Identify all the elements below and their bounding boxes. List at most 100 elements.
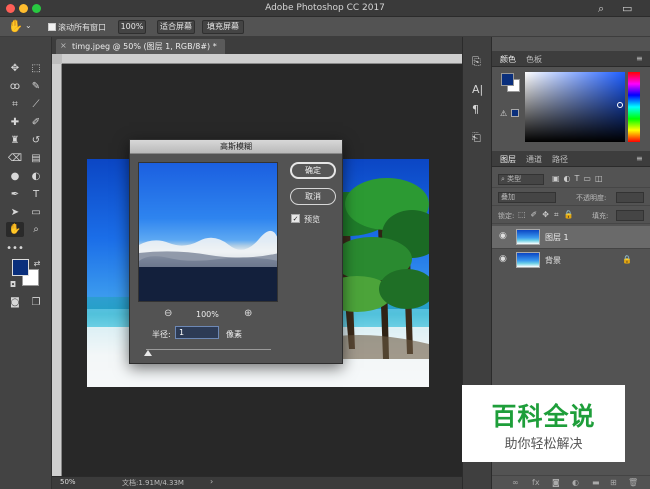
- layer-row-layer1[interactable]: ◉ 图层 1: [492, 226, 650, 248]
- quick-mask-icon[interactable]: ◙: [6, 295, 24, 310]
- lock-row: 锁定: ⬚✐✥⌗🔒 填充:: [492, 207, 650, 224]
- color-panel-foreground-swatch[interactable]: [501, 73, 514, 86]
- move-tool-icon[interactable]: ✥: [6, 61, 24, 76]
- preview-label: 预览: [304, 215, 320, 224]
- eraser-tool-icon[interactable]: ⌫: [6, 151, 24, 166]
- link-layers-icon[interactable]: ∞: [512, 478, 519, 487]
- document-tab[interactable]: × timg.jpeg @ 50% (图层 1, RGB/8#) *: [56, 39, 225, 54]
- layer-filter-row: ⌕ 类型 ▣◐T▭◫: [492, 171, 650, 188]
- lock-icon: 🔒: [622, 255, 632, 264]
- add-mask-icon[interactable]: ◙: [552, 478, 560, 487]
- screen-mode-icon[interactable]: ❐: [27, 295, 45, 310]
- new-layer-icon[interactable]: ⊞: [610, 478, 617, 487]
- layer-filter-select[interactable]: ⌕ 类型: [498, 174, 544, 185]
- tab-paths[interactable]: 路径: [552, 154, 568, 165]
- eyedropper-tool-icon[interactable]: ⟋: [27, 97, 45, 112]
- radius-slider-thumb[interactable]: [144, 350, 152, 356]
- hand-tool-icon[interactable]: ✋: [6, 222, 24, 237]
- color-picker-field[interactable]: [525, 72, 625, 142]
- status-menu-icon[interactable]: ›: [210, 477, 213, 486]
- gaussian-blur-dialog: 高斯模糊 确定 取消 ✓ 预览 ⊖ 100% ⊕ 半径: 1 像素: [129, 139, 343, 364]
- ok-button[interactable]: 确定: [290, 162, 336, 179]
- history-brush-tool-icon[interactable]: ↺: [27, 133, 45, 148]
- scroll-all-windows-label: 滚动所有窗口: [58, 23, 106, 32]
- preview-zoom-controls: ⊖ 100% ⊕: [138, 308, 278, 322]
- gamut-warning-icon[interactable]: ⚠: [500, 109, 507, 118]
- swap-colors-icon[interactable]: ⇄: [28, 256, 46, 271]
- document-tab-bar: × timg.jpeg @ 50% (图层 1, RGB/8#) *: [52, 37, 462, 54]
- close-tab-icon[interactable]: ×: [60, 41, 67, 50]
- radius-unit: 像素: [226, 330, 242, 339]
- paragraph-panel-icon[interactable]: ¶: [472, 103, 479, 116]
- layer-thumbnail: [516, 252, 540, 268]
- foreground-color-swatch[interactable]: [12, 259, 29, 276]
- crop-tool-icon[interactable]: ⌗: [6, 97, 24, 112]
- dodge-tool-icon[interactable]: ◐: [27, 169, 45, 184]
- web-safe-color-swatch[interactable]: [511, 109, 519, 117]
- preview-zoom-value: 100%: [196, 310, 219, 319]
- lock-icons[interactable]: ⬚✐✥⌗🔒: [518, 210, 578, 220]
- blur-preview[interactable]: [138, 162, 278, 302]
- cancel-button[interactable]: 取消: [290, 188, 336, 205]
- zoom-out-icon[interactable]: ⊖: [164, 308, 172, 319]
- zoom-tool-icon[interactable]: ⌕: [27, 222, 45, 237]
- tab-channels[interactable]: 通道: [526, 154, 542, 165]
- adjustment-layer-icon[interactable]: ◐: [572, 478, 579, 487]
- layer-filter-icons[interactable]: ▣◐T▭◫: [552, 174, 607, 183]
- path-selection-tool-icon[interactable]: ➤: [6, 205, 24, 220]
- lasso-tool-icon[interactable]: ꝏ: [6, 79, 24, 94]
- radius-slider-track[interactable]: [146, 349, 271, 350]
- opacity-input[interactable]: [616, 192, 644, 203]
- tab-layers[interactable]: 图层: [500, 154, 516, 165]
- panel-menu-icon[interactable]: ≡: [636, 54, 643, 63]
- horizontal-ruler[interactable]: [62, 54, 462, 64]
- brush-tool-icon[interactable]: ✐: [27, 115, 45, 130]
- delete-layer-icon[interactable]: 🗑: [628, 478, 638, 487]
- clone-stamp-tool-icon[interactable]: ♜: [6, 133, 24, 148]
- visibility-eye-icon[interactable]: ◉: [499, 231, 507, 241]
- type-tool-icon[interactable]: T: [27, 187, 45, 202]
- new-group-icon[interactable]: ▬: [592, 478, 600, 487]
- pen-tool-icon[interactable]: ✒: [6, 187, 24, 202]
- zoom-in-icon[interactable]: ⊕: [244, 308, 252, 319]
- scroll-all-windows-checkbox[interactable]: [48, 23, 56, 31]
- radius-label: 半径:: [152, 330, 171, 339]
- gradient-tool-icon[interactable]: ▤: [27, 151, 45, 166]
- layers-panel-menu-icon[interactable]: ≡: [636, 154, 643, 163]
- document-size: 文档:1.91M/4.33M: [122, 479, 184, 487]
- fill-input[interactable]: [616, 210, 644, 221]
- zoom-100-button[interactable]: 100%: [118, 20, 146, 34]
- search-icon[interactable]: ⌕: [598, 2, 604, 16]
- marquee-tool-icon[interactable]: ⬚: [27, 61, 45, 76]
- hue-slider[interactable]: [628, 72, 640, 142]
- lock-label: 锁定:: [498, 212, 515, 220]
- zoom-level-field[interactable]: 50%: [60, 478, 90, 488]
- fit-screen-button[interactable]: 适合屏幕: [157, 20, 195, 34]
- workspace-icon[interactable]: ▭: [622, 2, 632, 15]
- layer-style-icon[interactable]: fx: [532, 478, 540, 487]
- default-colors-icon[interactable]: ◘: [4, 277, 22, 292]
- color-picker-cursor[interactable]: [617, 102, 623, 108]
- tab-swatches[interactable]: 色板: [526, 54, 542, 65]
- history-panel-icon[interactable]: ⎘: [472, 55, 481, 69]
- healing-brush-tool-icon[interactable]: ✚: [6, 115, 24, 130]
- blur-tool-icon[interactable]: ●: [6, 169, 24, 184]
- more-tools-icon[interactable]: •••: [6, 241, 24, 256]
- blend-mode-select[interactable]: 叠加: [498, 192, 556, 203]
- layer-row-background[interactable]: ◉ 背景 🔒: [492, 248, 650, 270]
- blend-mode-row: 叠加 不透明度:: [492, 189, 650, 206]
- rectangle-tool-icon[interactable]: ▭: [27, 205, 45, 220]
- brush-settings-panel-icon[interactable]: ⎗: [472, 131, 481, 145]
- hand-tool-preset-icon[interactable]: ✋: [8, 19, 23, 33]
- radius-input[interactable]: 1: [175, 326, 219, 339]
- window-title-bar: Adobe Photoshop CC 2017 ⌕ ▭: [0, 0, 650, 17]
- visibility-eye-icon[interactable]: ◉: [499, 254, 507, 264]
- vertical-ruler[interactable]: [52, 64, 62, 476]
- tab-color[interactable]: 颜色: [500, 54, 516, 65]
- fill-screen-button[interactable]: 填充屏幕: [202, 20, 244, 34]
- quick-selection-tool-icon[interactable]: ✎: [27, 79, 45, 94]
- preview-checkbox[interactable]: ✓: [291, 214, 300, 223]
- chevron-down-icon[interactable]: ⌄: [25, 21, 32, 30]
- character-panel-icon[interactable]: A|: [472, 83, 483, 96]
- watermark-sub-text: 助你轻松解决: [504, 437, 583, 452]
